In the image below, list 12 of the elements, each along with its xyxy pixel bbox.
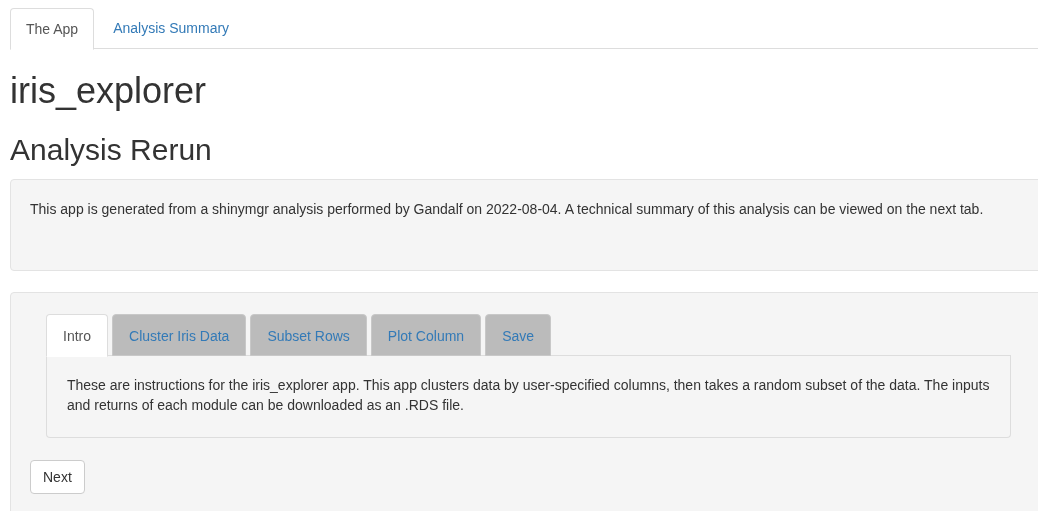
tab[interactable]: Intro bbox=[46, 314, 108, 357]
tab[interactable]: Plot Column bbox=[370, 314, 482, 356]
tab[interactable]: Analysis Summary bbox=[94, 8, 249, 49]
next-button[interactable]: Next bbox=[30, 460, 85, 494]
tab[interactable]: The App bbox=[10, 8, 95, 50]
info-text: This app is generated from a shinymgr analysis performed by Gandalf on 2022-08-04. A technical summary of this analysis can be viewed on the next tab. bbox=[30, 200, 985, 219]
section-heading: Analysis Rerun bbox=[10, 133, 212, 167]
tab[interactable]: Save bbox=[485, 314, 552, 356]
instructions-text: These are instructions for the iris_explorer app. This app clusters data by user-specified columns, then takes a random subset of the data. The inputs and returns of each module can be downloaded as an .RDS file. bbox=[67, 376, 991, 415]
app-title: iris_explorer bbox=[10, 71, 207, 111]
tab[interactable]: Cluster Iris Data bbox=[112, 314, 247, 356]
tab[interactable]: Subset Rows bbox=[250, 314, 367, 356]
